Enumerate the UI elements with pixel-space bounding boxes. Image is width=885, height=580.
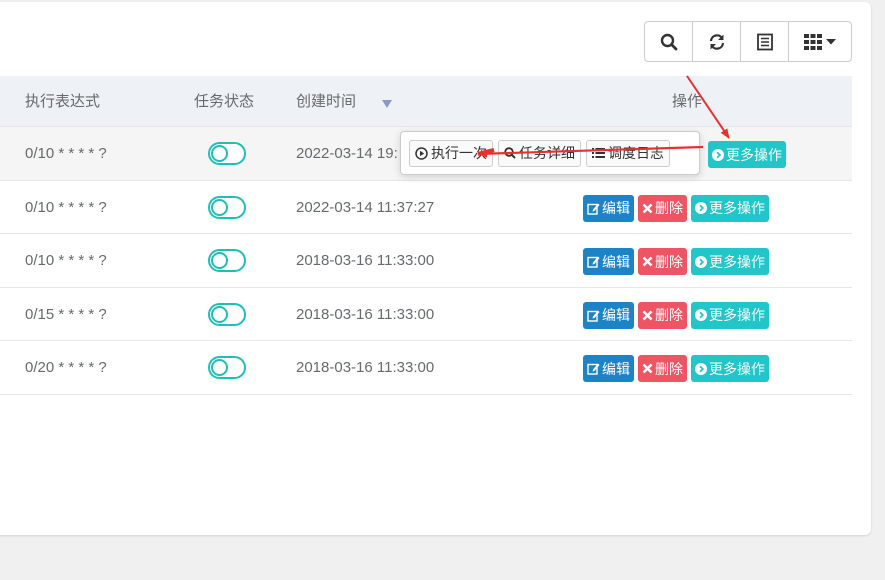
close-icon bbox=[642, 203, 653, 214]
table-row: 0/10 * * * * ? 2022-03-14 11:37:27 编辑 删除… bbox=[0, 181, 852, 234]
refresh-button[interactable] bbox=[693, 22, 741, 61]
status-toggle[interactable] bbox=[208, 356, 246, 379]
chevron-circle-right-icon bbox=[695, 309, 707, 321]
close-icon bbox=[642, 363, 653, 374]
created-cell: 2022-03-14 19: bbox=[296, 145, 398, 162]
list-icon bbox=[756, 33, 774, 51]
cron-cell: 0/10 * * * * ? bbox=[25, 198, 107, 216]
created-cell: 2022-03-14 11:37:27 bbox=[296, 198, 435, 216]
row-actions: 编辑 删除 更多操作 bbox=[583, 194, 769, 222]
chevron-circle-right-icon bbox=[695, 202, 707, 214]
more-actions-button[interactable]: 更多操作 bbox=[691, 355, 769, 382]
delete-button[interactable]: 删除 bbox=[638, 301, 687, 329]
header-ops: 操作 bbox=[672, 93, 703, 110]
columns-button[interactable] bbox=[789, 22, 851, 61]
cron-cell: 0/20 * * * * ? bbox=[25, 359, 107, 376]
more-actions-button[interactable]: 更多操作 bbox=[691, 194, 769, 222]
export-button[interactable] bbox=[741, 22, 789, 61]
created-cell: 2018-03-16 11:33:00 bbox=[296, 359, 435, 376]
grid-icon bbox=[804, 33, 822, 50]
run-once-button[interactable]: 执行一次 bbox=[409, 139, 493, 167]
play-circle-icon bbox=[415, 146, 428, 160]
edit-button[interactable]: 编辑 bbox=[583, 248, 634, 275]
cron-cell: 0/10 * * * * ? bbox=[25, 252, 107, 269]
job-table: 执行表达式 任务状态 创建时间 操作 0/10 * * * * ? 2022-0… bbox=[0, 76, 852, 395]
header-cron[interactable]: 执行表达式 bbox=[25, 76, 100, 127]
search-button[interactable] bbox=[645, 22, 693, 61]
table-toolbar bbox=[644, 21, 852, 62]
delete-button[interactable]: 删除 bbox=[638, 355, 687, 382]
row-actions: 编辑 删除 更多操作 bbox=[583, 301, 769, 329]
close-icon bbox=[642, 310, 653, 321]
edit-icon bbox=[587, 202, 600, 215]
more-actions-button[interactable]: 更多操作 bbox=[708, 141, 786, 168]
caret-down-icon bbox=[826, 38, 836, 45]
cron-cell: 0/15 * * * * ? bbox=[25, 305, 107, 323]
edit-button[interactable]: 编辑 bbox=[583, 194, 634, 222]
created-cell: 2018-03-16 11:33:00 bbox=[296, 305, 435, 323]
refresh-icon bbox=[708, 33, 726, 51]
status-toggle[interactable] bbox=[208, 249, 246, 272]
edit-button[interactable]: 编辑 bbox=[583, 355, 634, 382]
search-icon bbox=[660, 33, 678, 51]
close-icon bbox=[642, 256, 653, 267]
table-header: 执行表达式 任务状态 创建时间 操作 bbox=[0, 76, 852, 127]
delete-button[interactable]: 删除 bbox=[638, 248, 687, 275]
chevron-circle-right-icon bbox=[695, 255, 707, 268]
row-actions: 编辑 删除 更多操作 bbox=[583, 248, 769, 275]
edit-button[interactable]: 编辑 bbox=[583, 301, 634, 329]
table-row: 0/10 * * * * ? 2018-03-16 11:33:00 编辑 删除… bbox=[0, 234, 852, 288]
status-toggle[interactable] bbox=[208, 142, 246, 165]
created-cell: 2018-03-16 11:33:00 bbox=[296, 252, 435, 269]
delete-button[interactable]: 删除 bbox=[638, 194, 687, 222]
chevron-circle-right-icon bbox=[712, 148, 724, 161]
row-actions: 更多操作 bbox=[708, 141, 786, 168]
more-actions-button[interactable]: 更多操作 bbox=[691, 248, 769, 275]
edit-icon bbox=[587, 362, 600, 375]
more-actions-button[interactable]: 更多操作 bbox=[691, 301, 769, 329]
status-toggle[interactable] bbox=[208, 195, 246, 219]
header-created[interactable]: 创建时间 bbox=[296, 76, 356, 127]
sort-desc-icon[interactable] bbox=[382, 100, 392, 108]
table-row: 0/20 * * * * ? 2018-03-16 11:33:00 编辑 删除… bbox=[0, 341, 852, 395]
table-row: 0/15 * * * * ? 2018-03-16 11:33:00 编辑 删除… bbox=[0, 288, 852, 341]
status-toggle[interactable] bbox=[208, 302, 246, 326]
row-actions: 编辑 删除 更多操作 bbox=[583, 355, 769, 382]
chevron-circle-right-icon bbox=[695, 362, 707, 375]
schedule-log-button[interactable]: 调度日志 bbox=[586, 139, 670, 167]
list-icon bbox=[592, 147, 605, 159]
search-icon bbox=[504, 147, 516, 159]
cron-cell: 0/10 * * * * ? bbox=[25, 145, 107, 162]
header-status[interactable]: 任务状态 bbox=[194, 76, 254, 127]
edit-icon bbox=[587, 255, 600, 268]
more-actions-popover: 执行一次 任务详细 调度日志 bbox=[400, 131, 700, 175]
task-detail-button[interactable]: 任务详细 bbox=[498, 139, 581, 167]
edit-icon bbox=[587, 309, 600, 322]
